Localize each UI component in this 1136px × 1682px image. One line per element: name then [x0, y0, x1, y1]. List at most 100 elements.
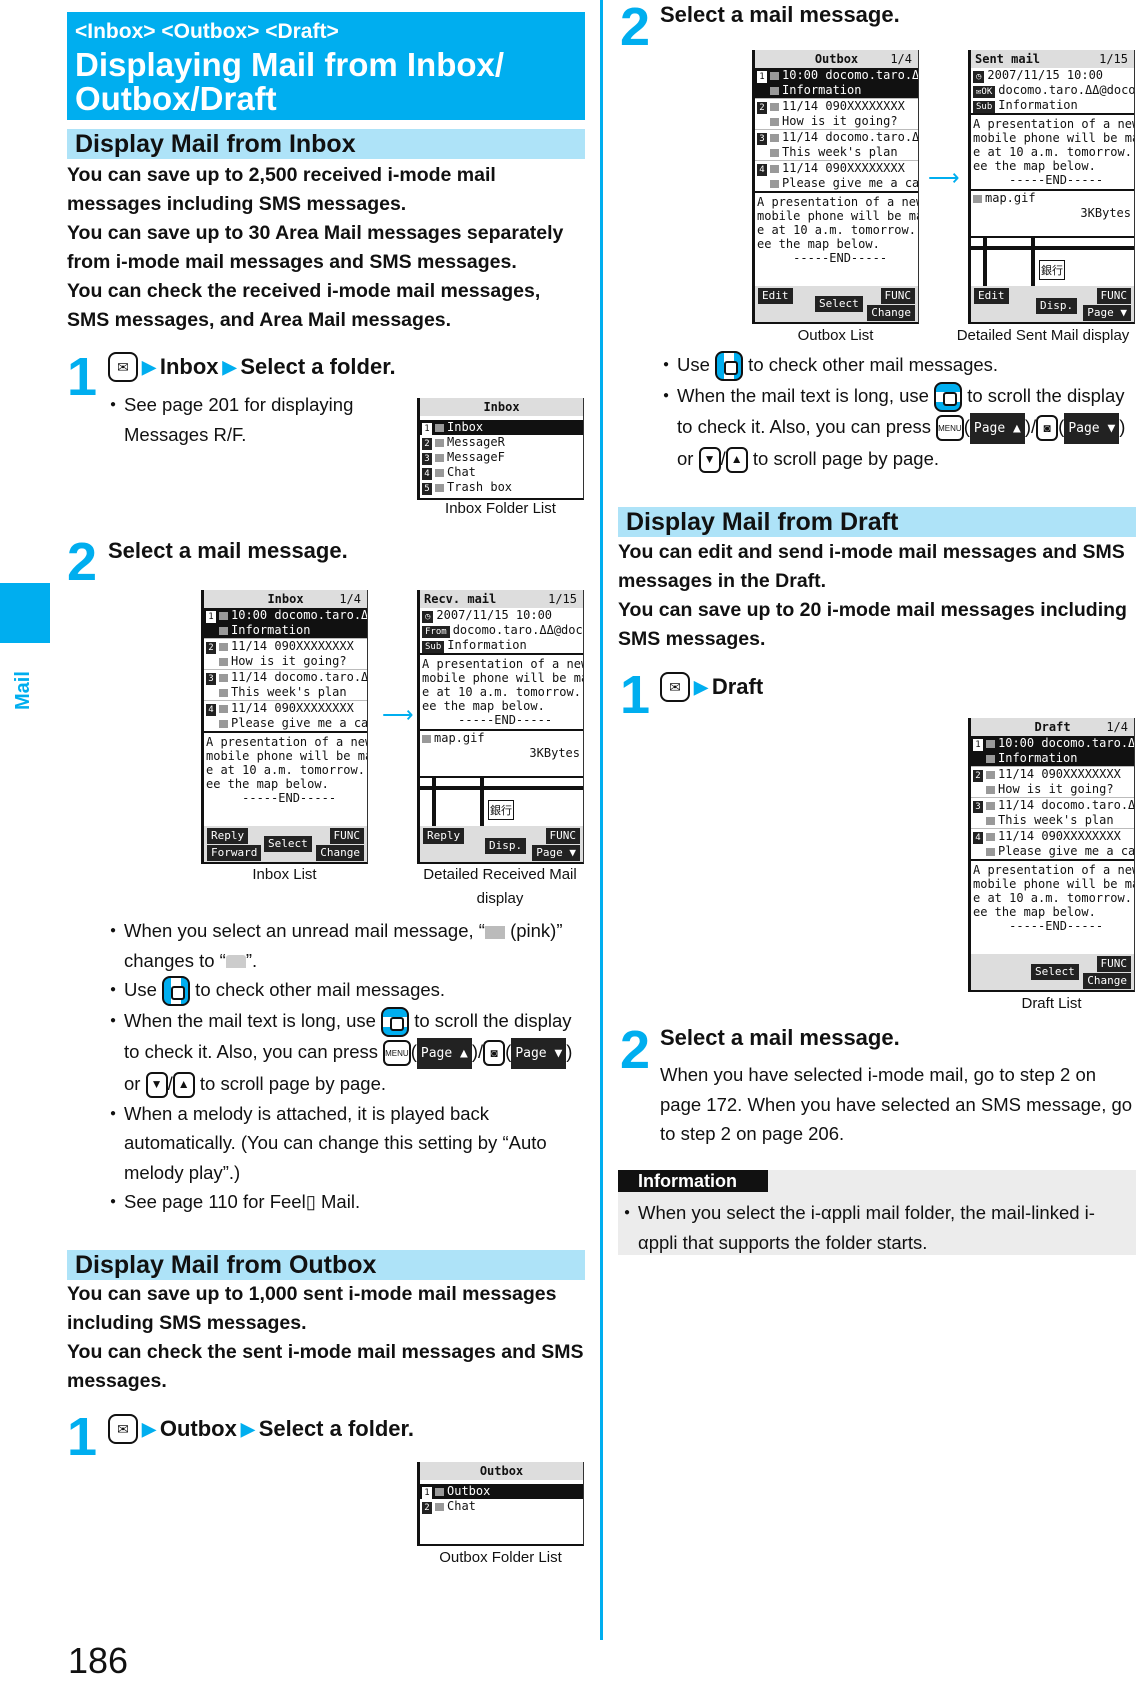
folder-item[interactable]: 2 Chat [420, 1499, 583, 1514]
mail-key-icon: ✉ [108, 1414, 138, 1444]
menu-key-icon: MENU [936, 415, 964, 442]
select-softkey[interactable]: Select [1031, 964, 1079, 980]
func-softkey[interactable]: FUNC [329, 828, 364, 844]
bullet-item: When you select an unread mail message, … [110, 916, 590, 975]
select-softkey[interactable]: Select [264, 836, 312, 852]
mail-status-icon [219, 704, 228, 713]
left-right-nav-key-icon [162, 976, 191, 1007]
softkey-bar: Reply Disp. FUNC Page ▼ [420, 826, 583, 862]
attachment-name[interactable]: map.gif [985, 191, 1036, 205]
folder-item[interactable]: 5 Trash box [420, 480, 583, 495]
clock-icon: ◷ [422, 611, 434, 623]
mail-header: 10:00 docomo.taro.ΔΔ [998, 736, 1135, 750]
mail-status-icon [219, 642, 228, 651]
mail-subject: Information [782, 83, 862, 97]
left-right-nav-key-icon [715, 351, 744, 382]
func-softkey[interactable]: FUNC [880, 288, 915, 304]
screen-title: Inbox [420, 398, 583, 416]
mail-datetime: 2007/11/15 10:00 [987, 68, 1104, 82]
mail-status-icon [219, 611, 228, 620]
attachment-name[interactable]: map.gif [434, 731, 485, 745]
change-softkey[interactable]: Change [316, 845, 364, 861]
mail-header: 11/14 docomo.taro.ΔΔ [998, 798, 1135, 812]
arrow-icon: ▶ [142, 1418, 156, 1439]
step-number: 2 [620, 1020, 651, 1080]
mail-list-item[interactable]: 1 10:00 docomo.taro.ΔΔ Information [755, 68, 918, 98]
func-softkey[interactable]: FUNC [1096, 288, 1131, 304]
information-box: Information When you select the i-αppli … [618, 1170, 1136, 1255]
display-softkey[interactable]: Disp. [485, 838, 527, 854]
change-softkey[interactable]: Change [1083, 973, 1131, 989]
reply-softkey[interactable]: Reply [423, 828, 465, 844]
screen-caption: Outbox Folder List [439, 1549, 562, 1566]
mail-list-item[interactable]: 1 10:00 docomo.taro.ΔΔ Information [971, 736, 1134, 766]
step-number: 1 [620, 665, 651, 725]
item-number: 2 [757, 102, 767, 114]
mail-list-item[interactable]: 3 11/14 docomo.taro.ΔΔ This week's plan [971, 797, 1134, 828]
item-number: 4 [973, 832, 983, 844]
mail-list-item[interactable]: 2 11/14 090XXXXXXXX How is it going? [971, 766, 1134, 797]
folder-item[interactable]: 1 Outbox [420, 1484, 583, 1499]
subject-tag: Sub [422, 641, 445, 653]
mail-list-item[interactable]: 4 11/14 090XXXXXXXX Please give me a cal [204, 700, 367, 731]
arrow-icon: ▶ [240, 1418, 255, 1439]
page-subtitle: <Inbox> <Outbox> <Draft> [75, 20, 339, 43]
change-softkey[interactable]: Change [867, 305, 915, 321]
bullet-item: When the mail text is long, use to scrol… [110, 1006, 590, 1099]
mail-type-icon [219, 626, 228, 635]
draft-lead: You can edit and send i-mode mail messag… [618, 538, 1136, 654]
mail-header: 11/14 090XXXXXXXX [231, 639, 354, 653]
select-softkey[interactable]: Select [815, 296, 863, 312]
mail-list-item[interactable]: 2 11/14 090XXXXXXXX How is it going? [204, 638, 367, 669]
mail-list-item[interactable]: 3 11/14 docomo.taro.ΔΔ This week's plan [204, 669, 367, 700]
mail-status-icon [986, 770, 995, 779]
mail-list-item[interactable]: 4 11/14 090XXXXXXXX Please give me a cal [755, 160, 918, 191]
mail-preview: A presentation of a new mobile phone wil… [755, 191, 918, 267]
page-down-softkey[interactable]: Page ▼ [1083, 305, 1131, 321]
page-indicator: 1/4 [890, 52, 912, 66]
lead-paragraph: You can save up to 1,000 sent i-mode mai… [67, 1283, 557, 1334]
page-up-softkey-label: Page ▲ [416, 1037, 472, 1070]
bullet-item: When the mail text is long, use to scrol… [663, 381, 1136, 474]
screen-title: Outbox [814, 52, 859, 66]
mail-preview: A presentation of a new mobile phone wil… [204, 731, 367, 807]
trash-icon [435, 483, 444, 492]
item-number: 4 [206, 704, 216, 716]
func-softkey[interactable]: FUNC [1096, 956, 1131, 972]
attachment-size: 3KBytes [529, 746, 580, 760]
item-number: 1 [206, 611, 216, 623]
step-path-item: Select a folder. [258, 1416, 414, 1441]
sent-detail-screen: Sent mail 1/15 ◷ 2007/11/15 10:00 ✉OK docom… [968, 50, 1135, 324]
folder-item[interactable]: 4 Chat [420, 465, 583, 480]
reply-softkey[interactable]: Reply [207, 828, 249, 844]
func-softkey[interactable]: FUNC [545, 828, 580, 844]
mail-type-icon [770, 117, 779, 126]
forward-softkey[interactable]: Forward [207, 845, 262, 861]
mail-type-icon [770, 86, 779, 95]
edit-softkey[interactable]: Edit [758, 288, 793, 304]
mail-body: A presentation of a new mobile phone wil… [971, 113, 1134, 189]
lead-paragraph: You can edit and send i-mode mail messag… [618, 541, 1125, 592]
screen-caption: Draft List [1021, 995, 1082, 1012]
mail-list-item[interactable]: 2 11/14 090XXXXXXXX How is it going? [755, 98, 918, 129]
edit-softkey[interactable]: Edit [974, 288, 1009, 304]
softkey-bar: Reply Forward Select FUNC Change [204, 826, 367, 862]
folder-item[interactable]: 2 MessageR [420, 435, 583, 450]
display-softkey[interactable]: Disp. [1036, 298, 1078, 314]
mail-list-item[interactable]: 3 11/14 docomo.taro.ΔΔ This week's plan [755, 129, 918, 160]
folder-item[interactable]: 3 MessageF [420, 450, 583, 465]
mail-key-icon: ✉ [108, 352, 138, 382]
mail-list-item[interactable]: 4 11/14 090XXXXXXXX Please give me a cal [971, 828, 1134, 859]
step-instruction: ✉ ▶ Inbox ▶ Select a folder. [108, 352, 396, 382]
mail-status-icon [219, 673, 228, 682]
arrow-right-icon: ⟶ [382, 702, 414, 727]
draft-list-screen: Draft 1/4 1 10:00 docomo.taro.ΔΔ Informatio… [968, 718, 1135, 992]
step-number: 1 [67, 1407, 98, 1467]
folder-item[interactable]: 1 Inbox [420, 420, 583, 435]
mail-type-icon [986, 816, 995, 825]
page-down-softkey[interactable]: Page ▼ [532, 845, 580, 861]
mail-list-item[interactable]: 1 10:00 docomo.taro.ΔΔ Information [204, 608, 367, 638]
up-key-icon: ▲ [172, 1072, 195, 1099]
arrow-icon: ▶ [142, 356, 156, 377]
mail-type-icon [219, 688, 228, 697]
